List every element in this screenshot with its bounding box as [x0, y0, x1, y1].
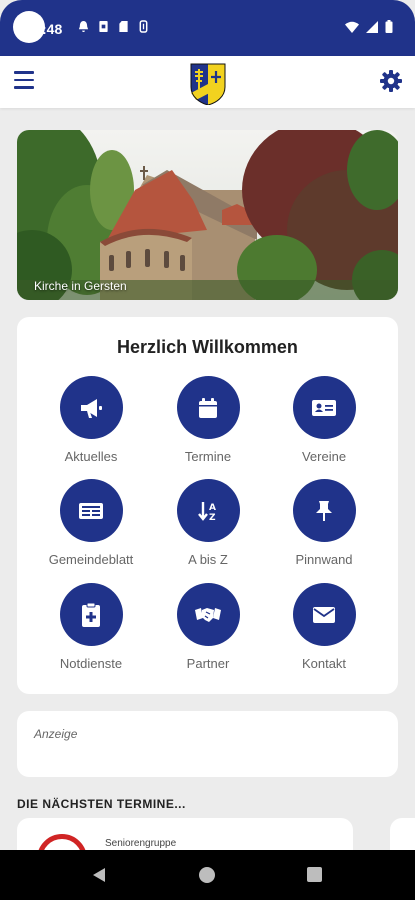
- tile-gemeindeblatt[interactable]: Gemeindeblatt: [31, 479, 151, 567]
- tile-label: Kontakt: [301, 656, 347, 671]
- id-card-icon: [312, 399, 336, 416]
- wifi-icon: [345, 21, 359, 33]
- tile-notdienste[interactable]: Notdienste: [31, 583, 151, 671]
- tile-a-bis-z[interactable]: A Z A bis Z: [148, 479, 268, 567]
- status-icons-right: [345, 20, 393, 33]
- status-bar: :48: [0, 0, 415, 56]
- calendar-icon: [199, 397, 217, 418]
- camera-cutout: [13, 11, 45, 43]
- tile-label: Vereine: [301, 449, 347, 464]
- usb-icon: [139, 20, 148, 33]
- ad-card[interactable]: Anzeige: [17, 711, 398, 777]
- tile-label: Gemeindeblatt: [48, 552, 134, 567]
- medical-clipboard-icon: [82, 602, 100, 627]
- coat-of-arms-logo[interactable]: [190, 63, 226, 105]
- tile-vereine[interactable]: Vereine: [264, 376, 384, 464]
- pushpin-icon: [316, 500, 332, 521]
- tile-label: Notdienste: [59, 656, 123, 671]
- tile-label: A bis Z: [188, 552, 228, 567]
- handshake-icon: [195, 607, 221, 622]
- tile-kontakt[interactable]: Kontakt: [264, 583, 384, 671]
- welcome-card: Herzlich Willkommen Aktuelles Termine Ve…: [17, 317, 398, 694]
- tile-termine[interactable]: Termine: [148, 376, 268, 464]
- sd-card-icon: [119, 21, 128, 32]
- battery-icon: [385, 20, 393, 33]
- svg-text:Z: Z: [209, 513, 216, 523]
- home-circle-icon[interactable]: [199, 867, 215, 883]
- tile-label: Termine: [184, 449, 232, 464]
- tile-aktuelles[interactable]: Aktuelles: [31, 376, 151, 464]
- event-label: Seniorengruppe: [105, 838, 177, 849]
- hero-image[interactable]: Kirche in Gersten: [17, 130, 398, 300]
- recents-square-icon[interactable]: [307, 867, 322, 882]
- sort-alpha-icon: A Z: [198, 501, 216, 523]
- status-icons-left: [78, 20, 149, 33]
- envelope-icon: [313, 606, 335, 623]
- system-nav-bar: [0, 850, 415, 900]
- tile-label: Pinnwand: [295, 552, 353, 567]
- tile-label: Partner: [186, 656, 230, 671]
- tile-partner[interactable]: Partner: [148, 583, 268, 671]
- megaphone-icon: [81, 398, 102, 418]
- tile-label: Aktuelles: [64, 449, 118, 464]
- notification-bell-icon: [78, 21, 89, 32]
- back-triangle-icon[interactable]: [92, 867, 106, 883]
- upcoming-events-title: DIE NÄCHSTEN TERMINE...: [17, 797, 186, 811]
- welcome-title: Herzlich Willkommen: [117, 337, 298, 357]
- sim-icon: [99, 21, 108, 32]
- svg-text:A: A: [209, 503, 216, 513]
- hero-caption: Kirche in Gersten: [34, 279, 127, 293]
- status-time: :48: [42, 21, 63, 37]
- gear-icon[interactable]: [379, 69, 403, 93]
- tile-pinnwand[interactable]: Pinnwand: [264, 479, 384, 567]
- signal-icon: [366, 20, 378, 33]
- app-bar: [0, 56, 415, 108]
- hamburger-menu-icon[interactable]: [14, 71, 34, 91]
- church-photo: [17, 130, 398, 300]
- newspaper-icon: [79, 502, 103, 519]
- ad-label: Anzeige: [34, 727, 78, 741]
